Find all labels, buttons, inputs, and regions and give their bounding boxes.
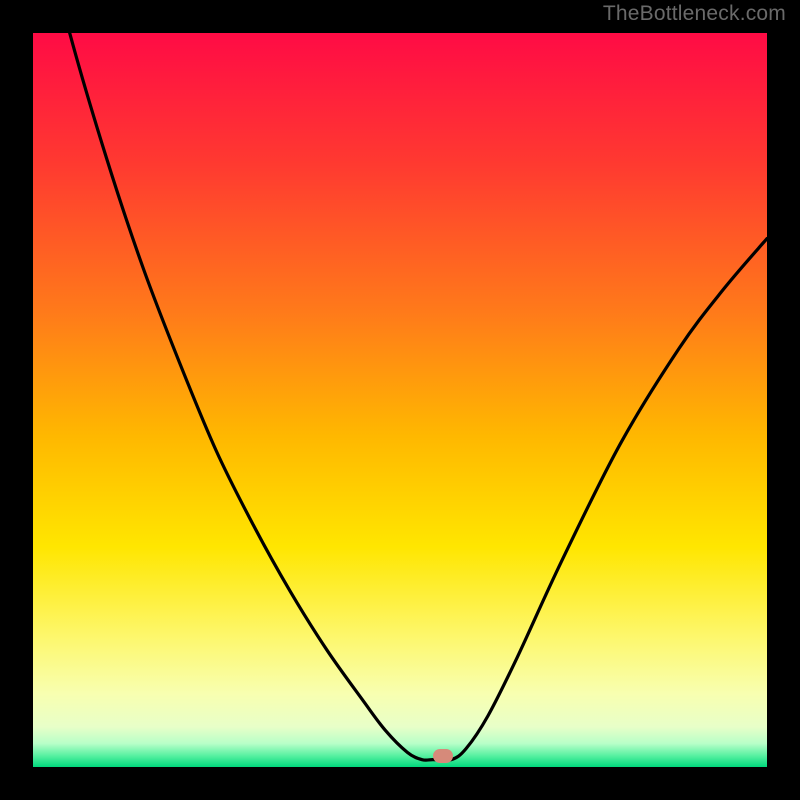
bottleneck-curve [33, 33, 767, 767]
chart-frame: TheBottleneck.com [0, 0, 800, 800]
optimal-marker-icon [433, 749, 453, 763]
watermark-text: TheBottleneck.com [603, 2, 786, 26]
plot-area [33, 33, 767, 767]
